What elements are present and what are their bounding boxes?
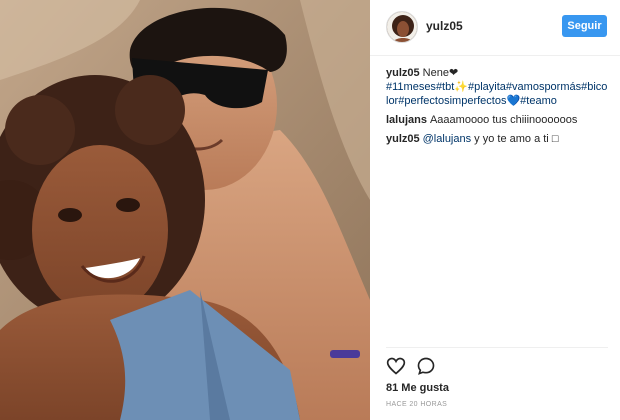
caption-username[interactable]: yulz05 [386,67,420,79]
hashtag[interactable]: #teamo [520,95,557,107]
username[interactable]: yulz05 [426,19,463,33]
caption-text: Nene [422,67,449,79]
hashtag[interactable]: #11meses [386,81,436,93]
comment: yulz05 @lalujans y yo te amo a ti □ [386,132,608,146]
heart-emoji: ❤ [448,67,459,79]
comment-icon[interactable] [416,356,436,376]
follow-button[interactable]: Seguir [562,15,607,37]
caption: yulz05 Nene❤ #11meses#tbt✨#playita#vamosp… [386,66,608,108]
sparkles-emoji: ✨ [454,81,468,93]
avatar[interactable] [386,11,418,43]
hashtag[interactable]: #tbt [436,81,454,93]
comment-text: y yo te amo a ti [471,133,552,145]
heart-icon[interactable] [386,356,406,376]
post-timestamp[interactable]: HACE 20 HORAS [386,401,447,408]
comment-username[interactable]: lalujans [386,114,427,126]
post-sidebar: yulz05 Seguir yulz05 Nene❤ #11meses#tbt✨#… [370,0,620,420]
comment: lalujans Aaaamoooo tus chiiinoooooos [386,113,608,127]
post-header: yulz05 Seguir [370,0,620,56]
mention-link[interactable]: @lalujans [423,133,471,145]
divider [386,347,608,348]
avatar-image [387,12,417,42]
likes-count[interactable]: 81 Me gusta [386,382,449,394]
emoji-placeholder: □ [551,133,559,145]
hashtag[interactable]: #vamospormás [506,81,581,93]
comment-username[interactable]: yulz05 [386,133,420,145]
comments-section: yulz05 Nene❤ #11meses#tbt✨#playita#vamosp… [386,66,608,151]
couple-photo-illustration [0,0,370,420]
hashtag[interactable]: #perfectosimperfectos [398,95,506,107]
post-photo[interactable] [0,0,370,420]
comment-text: Aaaamoooo tus chiiinoooooos [429,114,578,126]
blue-heart-emoji: 💙 [506,95,521,107]
hashtag[interactable]: #playita [468,81,506,93]
